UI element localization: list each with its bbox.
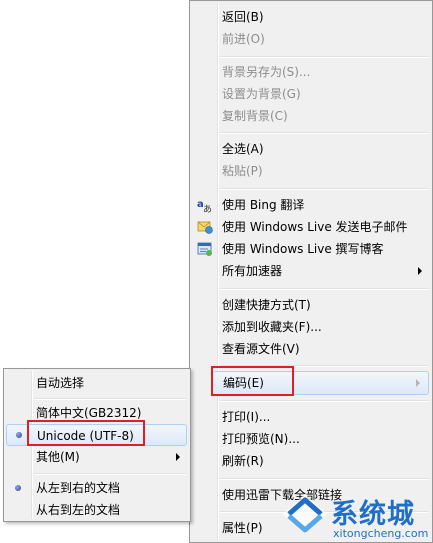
menu-item-label: 打印预览(N)... (222, 432, 300, 446)
menu-item-label: 自动选择 (36, 376, 85, 390)
menu-item-label: 使用 Windows Live 撰写博客 (222, 242, 384, 256)
menu-separator (220, 56, 428, 58)
menu-item-forward[interactable]: 前进(O) (192, 28, 430, 50)
blog-icon (197, 242, 212, 256)
menu-item-label: 简体中文(GB2312) (36, 406, 142, 420)
menu-item-label: 从右到左的文档 (36, 503, 121, 517)
menu-item-back[interactable]: 返回(B) (192, 6, 430, 28)
menu-item-save-background[interactable]: 背景另存为(S)... (192, 61, 430, 83)
menu-separator (34, 473, 186, 475)
menu-item-paste[interactable]: 粘贴(P) (192, 160, 430, 182)
menu-item-label: 查看源文件(V) (222, 342, 300, 356)
svg-text:あ: あ (203, 204, 212, 213)
radio-bullet-icon (15, 485, 21, 491)
menu-item-label: 其他(M) (36, 450, 80, 464)
menu-item-label: 所有加速器 (222, 264, 283, 278)
bing-translate-icon: a あ (197, 199, 212, 213)
annotation-box-utf8 (27, 420, 145, 446)
submenu-item-auto-select[interactable]: 自动选择 (6, 372, 188, 394)
context-menu: 返回(B) 前进(O) 背景另存为(S)... 设置为背景(G) 复制背景(C)… (189, 0, 433, 543)
menu-separator (220, 188, 428, 190)
menu-separator (220, 132, 428, 134)
menu-item-label: 添加到收藏夹(F)... (222, 320, 322, 334)
submenu-item-rtl-document[interactable]: 从右到左的文档 (6, 499, 188, 521)
menu-item-label: 复制背景(C) (222, 109, 288, 123)
menu-item-bing-translate[interactable]: a あ 使用 Bing 翻译 (192, 194, 430, 216)
email-icon (197, 221, 213, 234)
menu-item-windows-live-email[interactable]: 使用 Windows Live 发送电子邮件 (192, 216, 430, 238)
watermark-brand: 系统城 (331, 499, 415, 530)
menu-item-label: 全选(A) (222, 142, 264, 156)
menu-item-label: 打印(I)... (222, 410, 271, 424)
menu-item-create-shortcut[interactable]: 创建快捷方式(T) (192, 294, 430, 316)
menu-item-label: 属性(P) (222, 521, 263, 535)
menu-item-label: 设置为背景(G) (222, 87, 301, 101)
menu-separator (220, 400, 428, 402)
menu-item-all-accelerators[interactable]: 所有加速器 (192, 260, 430, 282)
menu-item-label: 刷新(R) (222, 454, 264, 468)
watermark-url: xitongcheng.com (333, 527, 429, 540)
menu-item-label: 使用 Windows Live 发送电子邮件 (222, 220, 408, 234)
menu-item-label: 背景另存为(S)... (222, 65, 311, 79)
menu-item-windows-live-blog[interactable]: 使用 Windows Live 撰写博客 (192, 238, 430, 260)
menu-item-view-source[interactable]: 查看源文件(V) (192, 338, 430, 360)
annotation-box-encoding (211, 366, 294, 396)
radio-bullet-icon (16, 432, 22, 438)
menu-item-label: 粘贴(P) (222, 164, 263, 178)
submenu-item-other[interactable]: 其他(M) (6, 446, 188, 468)
watermark: 系统城 xitongcheng.com (279, 490, 433, 543)
menu-item-print[interactable]: 打印(I)... (192, 406, 430, 428)
menu-item-copy-background[interactable]: 复制背景(C) (192, 105, 430, 127)
menu-item-label: 前进(O) (222, 32, 265, 46)
menu-separator (34, 398, 186, 400)
menu-item-add-to-favorites[interactable]: 添加到收藏夹(F)... (192, 316, 430, 338)
menu-item-label: 返回(B) (222, 10, 264, 24)
submenu-arrow-icon (176, 453, 180, 461)
menu-item-set-background[interactable]: 设置为背景(G) (192, 83, 430, 105)
menu-separator (220, 478, 428, 480)
menu-item-select-all[interactable]: 全选(A) (192, 138, 430, 160)
menu-item-refresh[interactable]: 刷新(R) (192, 450, 430, 472)
submenu-arrow-icon (416, 379, 420, 387)
menu-item-label: 使用 Bing 翻译 (222, 198, 305, 212)
menu-item-label: 从左到右的文档 (36, 481, 121, 495)
submenu-item-ltr-document[interactable]: 从左到右的文档 (6, 477, 188, 499)
submenu-arrow-icon (418, 267, 422, 275)
watermark-logo-icon (283, 494, 327, 534)
menu-item-label: 创建快捷方式(T) (222, 298, 311, 312)
menu-item-print-preview[interactable]: 打印预览(N)... (192, 428, 430, 450)
menu-separator (220, 288, 428, 290)
